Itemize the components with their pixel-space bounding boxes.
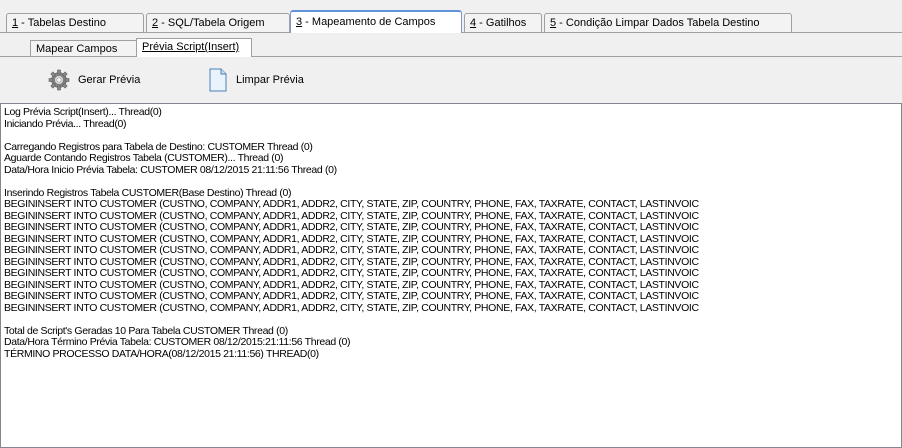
log-line: Data/Hora Término Prévia Tabela: CUSTOME… bbox=[4, 336, 351, 348]
clear-preview-button[interactable]: Limpar Prévia bbox=[208, 67, 304, 93]
gear-icon bbox=[48, 69, 70, 91]
log-line: BEGININSERT INTO CUSTOMER (CUSTNO, COMPA… bbox=[4, 267, 699, 279]
log-line: BEGININSERT INTO CUSTOMER (CUSTNO, COMPA… bbox=[4, 221, 699, 233]
log-line: Data/Hora Inicio Prévia Tabela: CUSTOMER… bbox=[4, 163, 337, 176]
log-line: BEGININSERT INTO CUSTOMER (CUSTNO, COMPA… bbox=[4, 290, 699, 302]
tab-gatilhos[interactable]: 4 - Gatilhos bbox=[464, 13, 542, 32]
log-content: Log Prévia Script(Insert)... Thread(0) In… bbox=[1, 104, 901, 360]
subtab-label: Mapear Campos bbox=[36, 43, 118, 55]
tab-label: - Condição Limpar Dados Tabela Destino bbox=[556, 17, 760, 29]
preview-toolbar: Gerar Prévia Limpar Prévia bbox=[0, 57, 902, 97]
tab-condicao-limpar-dados[interactable]: 5 - Condição Limpar Dados Tabela Destino bbox=[544, 13, 792, 32]
document-icon bbox=[209, 68, 227, 92]
subtab-label: Prévia Script(Insert) bbox=[142, 41, 240, 53]
tab-label: - Tabelas Destino bbox=[18, 17, 106, 29]
clear-preview-label: Limpar Prévia bbox=[236, 74, 304, 86]
subtab-previa-script[interactable]: Prévia Script(Insert) bbox=[136, 38, 252, 57]
main-tab-strip: 1 - Tabelas Destino 2 - SQL/Tabela Orige… bbox=[0, 0, 902, 33]
log-line: BEGININSERT INTO CUSTOMER (CUSTNO, COMPA… bbox=[4, 301, 699, 314]
tab-label: - Gatilhos bbox=[476, 17, 527, 29]
tab-mapeamento-de-campos[interactable]: 3 - Mapeamento de Campos bbox=[290, 10, 462, 33]
generate-preview-label: Gerar Prévia bbox=[78, 74, 141, 86]
log-line: BEGININSERT INTO CUSTOMER (CUSTNO, COMPA… bbox=[4, 244, 699, 256]
log-line: BEGININSERT INTO CUSTOMER (CUSTNO, COMPA… bbox=[4, 198, 699, 210]
log-line: TÉRMINO PROCESSO DATA/HORA(08/12/2015 21… bbox=[4, 347, 319, 360]
log-line: Log Prévia Script(Insert)... Thread(0) bbox=[4, 106, 162, 118]
log-line: Aguarde Contando Registros Tabela (CUSTO… bbox=[4, 152, 284, 164]
preview-log-textarea[interactable]: Log Prévia Script(Insert)... Thread(0) In… bbox=[0, 103, 902, 448]
tab-label: - SQL/Tabela Origem bbox=[158, 17, 265, 29]
generate-preview-button[interactable]: Gerar Prévia bbox=[48, 67, 140, 93]
tab-sql-tabela-origem[interactable]: 2 - SQL/Tabela Origem bbox=[146, 13, 290, 32]
subtab-mapear-campos[interactable]: Mapear Campos bbox=[30, 40, 140, 57]
log-line: Iniciando Prévia... Thread(0) bbox=[4, 117, 127, 130]
tab-label: - Mapeamento de Campos bbox=[302, 16, 436, 28]
tab-tabelas-destino[interactable]: 1 - Tabelas Destino bbox=[6, 13, 144, 32]
